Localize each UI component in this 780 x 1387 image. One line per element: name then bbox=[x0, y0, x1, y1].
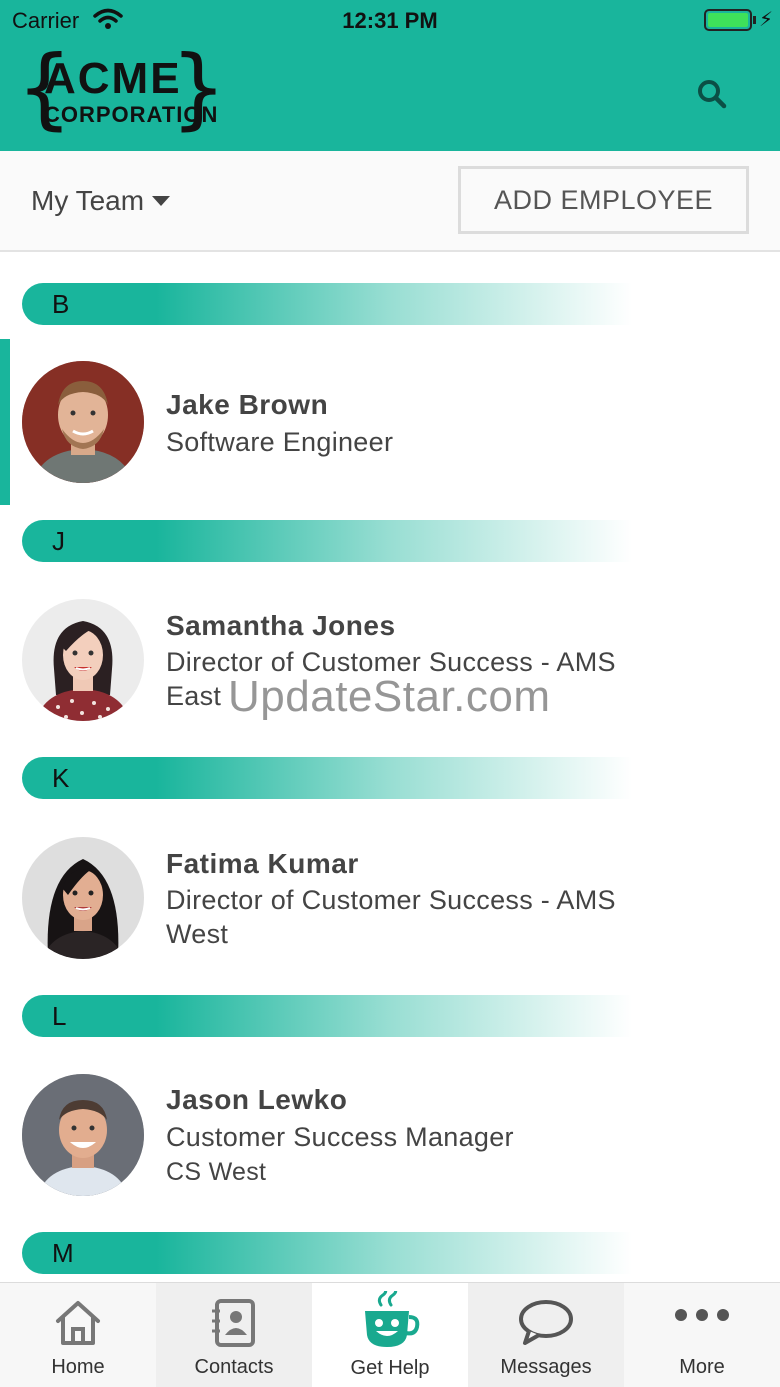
tab-more[interactable]: More bbox=[624, 1283, 780, 1387]
caret-down-icon bbox=[152, 195, 171, 206]
section-letter: J bbox=[52, 526, 65, 556]
more-dots-icon bbox=[672, 1305, 732, 1330]
employee-role: Director of Customer Success - AMS bbox=[166, 885, 616, 915]
employee-name: Jake Brown bbox=[166, 389, 329, 420]
avatar-jake-brown bbox=[22, 361, 144, 483]
employee-list[interactable]: B Jake Brown Software Engineer J Samanth… bbox=[0, 253, 780, 1282]
employee-role-line-2: West bbox=[166, 919, 229, 949]
contacts-icon bbox=[208, 1297, 260, 1354]
employee-row-fatima-kumar[interactable]: Fatima Kumar Director of Customer Succes… bbox=[0, 815, 780, 975]
tab-messages[interactable]: Messages bbox=[468, 1283, 624, 1387]
avatar-jason-lewko bbox=[22, 1074, 144, 1196]
list-toolbar: My Team ADD EMPLOYEE bbox=[0, 151, 780, 252]
add-employee-button[interactable]: ADD EMPLOYEE bbox=[458, 166, 749, 234]
tab-home[interactable]: Home bbox=[0, 1283, 156, 1387]
section-letter: L bbox=[52, 1001, 67, 1031]
employee-row-jason-lewko[interactable]: Jason Lewko Customer Success Manager CS … bbox=[0, 1052, 780, 1212]
tab-label: Get Help bbox=[350, 1357, 430, 1379]
tab-label: More bbox=[679, 1356, 725, 1378]
section-header-j: J bbox=[22, 520, 632, 562]
section-header-m: M bbox=[22, 1232, 632, 1274]
section-letter: B bbox=[52, 289, 70, 319]
tab-label: Messages bbox=[500, 1356, 592, 1378]
chat-bubble-icon bbox=[517, 1297, 575, 1354]
avatar-fatima-kumar bbox=[22, 837, 144, 959]
battery-tip bbox=[753, 16, 756, 24]
acme-logo: { ACME CORPORATION } bbox=[18, 44, 225, 138]
tab-label: Contacts bbox=[194, 1356, 274, 1378]
employee-role: Customer Success Manager bbox=[166, 1122, 514, 1152]
home-icon bbox=[52, 1297, 104, 1354]
employee-name: Jason Lewko bbox=[166, 1084, 348, 1115]
status-time: 12:31 PM bbox=[342, 8, 438, 33]
search-icon[interactable] bbox=[694, 76, 730, 112]
section-letter: K bbox=[52, 763, 70, 793]
coffee-cup-icon bbox=[359, 1287, 421, 1356]
section-header-l: L bbox=[22, 995, 632, 1037]
battery-icon bbox=[704, 9, 752, 31]
section-header-k: K bbox=[22, 757, 632, 799]
employee-row-jake-brown[interactable]: Jake Brown Software Engineer bbox=[0, 339, 780, 505]
tab-contacts[interactable]: Contacts bbox=[156, 1283, 312, 1387]
tab-get-help[interactable]: Get Help bbox=[312, 1283, 468, 1387]
employee-name: Samantha Jones bbox=[166, 610, 396, 641]
employee-subtitle: CS West bbox=[166, 1158, 267, 1186]
watermark-text: UpdateStar.com bbox=[228, 672, 551, 721]
charging-icon: ⚡ bbox=[759, 9, 774, 31]
tab-label: Home bbox=[51, 1356, 105, 1378]
section-header-b: B bbox=[22, 283, 632, 325]
employee-name: Fatima Kumar bbox=[166, 848, 359, 879]
team-filter-label: My Team bbox=[31, 185, 145, 216]
status-bar: Carrier 12:31 PM ⚡ bbox=[0, 0, 780, 40]
team-filter-dropdown[interactable]: My Team bbox=[31, 185, 171, 217]
bottom-tab-bar: Home Contacts Get Help Messages More bbox=[0, 1282, 780, 1387]
app-header: Carrier 12:31 PM ⚡ { ACME CORPORATION } bbox=[0, 0, 780, 151]
logo-line-1: ACME bbox=[44, 54, 182, 103]
logo-right-brace: } bbox=[172, 36, 225, 139]
employee-role-line-2: East bbox=[166, 681, 222, 711]
section-letter: M bbox=[52, 1238, 74, 1268]
employee-role: Software Engineer bbox=[166, 427, 394, 457]
avatar-samantha-jones bbox=[22, 599, 144, 721]
logo-line-2: CORPORATION bbox=[44, 102, 219, 127]
